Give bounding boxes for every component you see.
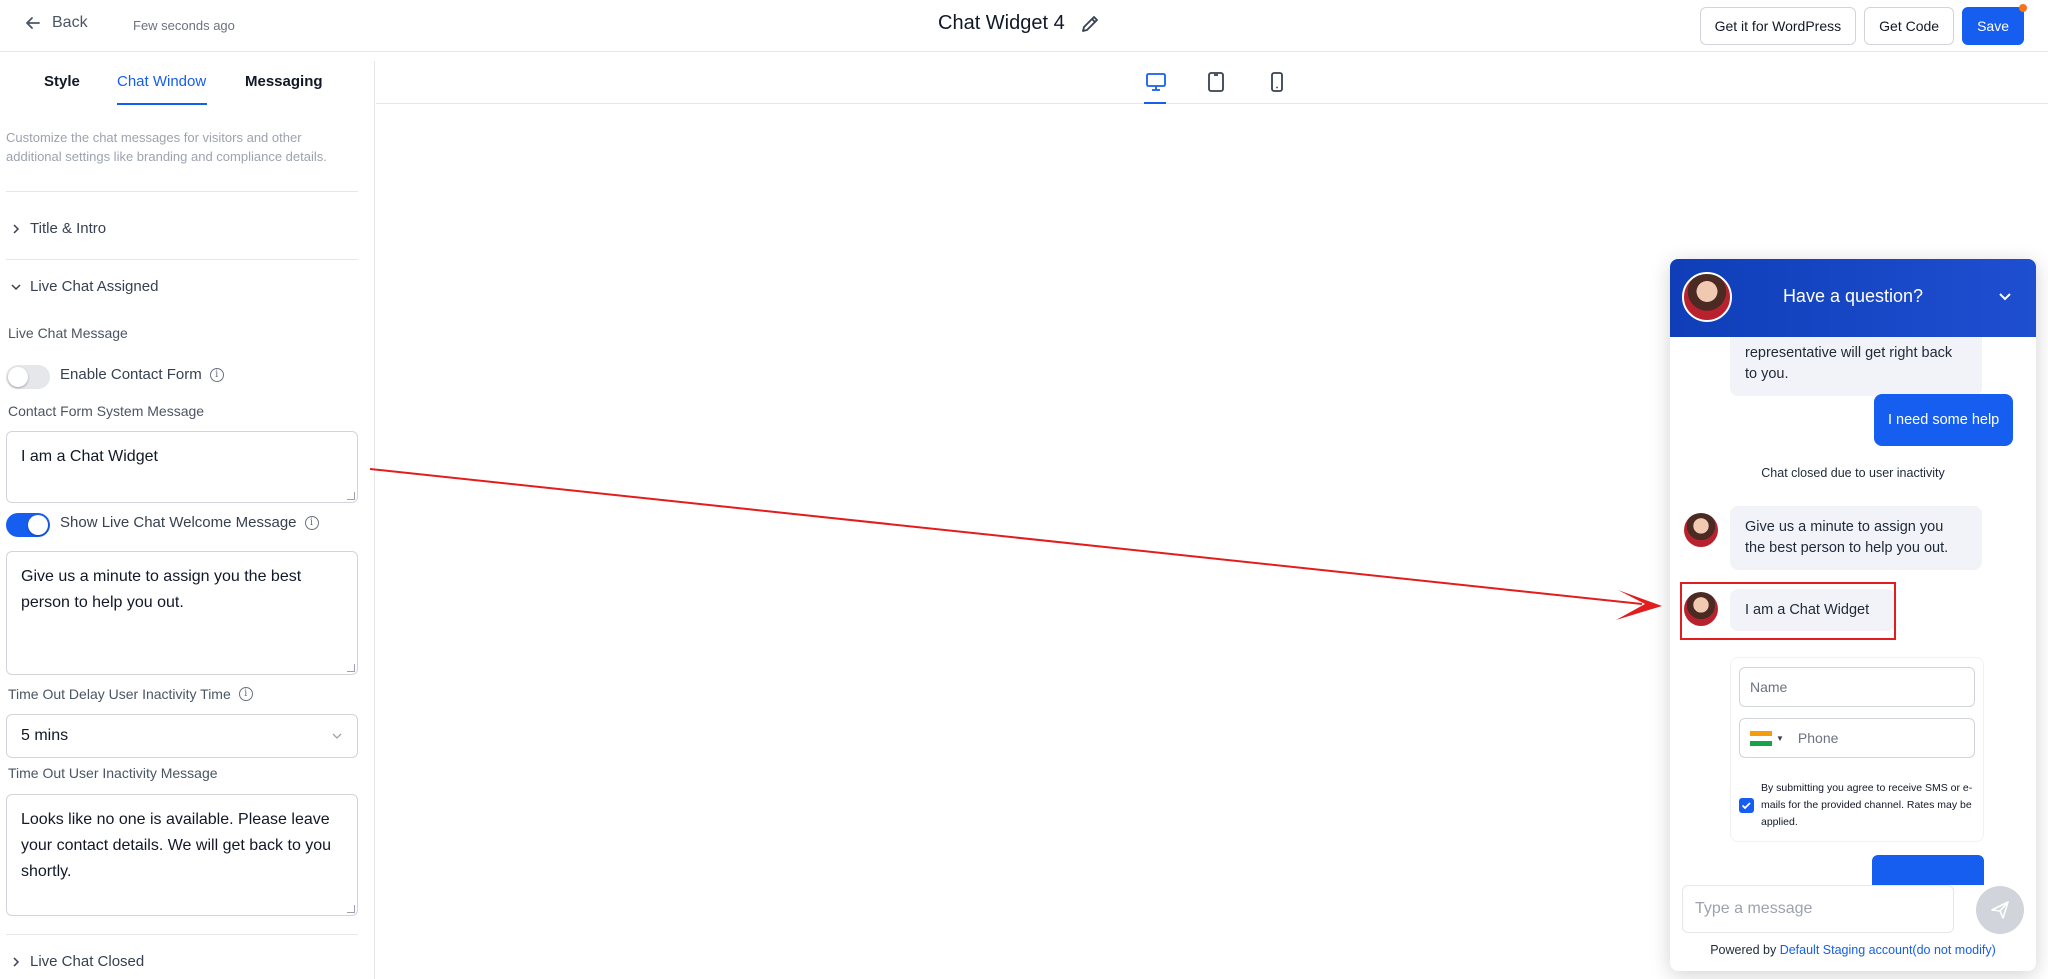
notification-dot <box>2019 4 2027 12</box>
arrow-left-icon <box>26 17 40 29</box>
desktop-icon[interactable] <box>1144 70 1168 94</box>
consent-text: By submitting you agree to receive SMS o… <box>1761 782 1973 828</box>
resize-handle[interactable] <box>347 905 355 913</box>
chevron-right-icon <box>13 956 20 967</box>
section-live-chat-closed[interactable]: Live Chat Closed <box>10 953 144 970</box>
tab-style[interactable]: Style <box>44 73 80 90</box>
panel-description: Customize the chat messages for visitors… <box>6 130 327 164</box>
welcome-message-input[interactable]: Give us a minute to assign you the best … <box>6 551 358 675</box>
welcome-message-bubble: Give us a minute to assign you the best … <box>1730 506 1982 570</box>
message-input[interactable]: Type a message <box>1682 885 1954 933</box>
top-actions: Get it for WordPress Get Code Save <box>1699 4 2027 45</box>
phone-field[interactable]: ▼ Phone <box>1739 718 1975 758</box>
pencil-icon[interactable] <box>1079 13 1101 35</box>
timeout-delay-value: 5 mins <box>21 727 69 744</box>
timeout-message-input[interactable]: Looks like no one is available. Please l… <box>6 794 358 916</box>
section-title-intro[interactable]: Title & Intro <box>10 220 106 237</box>
form-send-button[interactable] <box>1872 855 1984 885</box>
composer-placeholder: Type a message <box>1695 900 1813 917</box>
check-icon <box>1741 802 1751 810</box>
user-message: I need some help <box>1874 394 2014 446</box>
show-welcome-row: Show Live Chat Welcome Message i <box>60 514 319 531</box>
timeout-delay-row: Time Out Delay User Inactivity Time i <box>8 686 253 702</box>
chevron-down-icon <box>11 283 21 290</box>
chevron-down-icon[interactable] <box>1996 287 2014 305</box>
tab-chat-window[interactable]: Chat Window <box>117 73 206 90</box>
show-welcome-label: Show Live Chat Welcome Message <box>60 514 297 531</box>
partial-agent-message: representative will get right back to yo… <box>1730 329 1982 396</box>
live-chat-message-label: Live Chat Message <box>8 325 128 341</box>
system-notice: Chat closed due to user inactivity <box>1761 466 1945 480</box>
section-live-chat-closed-label: Live Chat Closed <box>30 953 145 970</box>
get-wordpress-button[interactable]: Get it for WordPress <box>1699 7 1857 45</box>
page-title: Chat Widget 4 <box>938 12 1065 34</box>
resize-handle[interactable] <box>347 492 355 500</box>
annotation-highlight-box <box>1680 582 1896 640</box>
section-live-chat-assigned[interactable]: Live Chat Assigned <box>10 278 158 295</box>
resize-handle[interactable] <box>347 664 355 672</box>
divider <box>6 259 358 260</box>
tab-messaging[interactable]: Messaging <box>245 73 323 90</box>
get-code-button[interactable]: Get Code <box>1864 7 1955 45</box>
toggle-knob <box>8 367 28 387</box>
divider <box>6 191 358 192</box>
phone-placeholder: Phone <box>1797 730 1839 746</box>
timeout-message-label: Time Out User Inactivity Message <box>8 765 218 781</box>
caret-down-icon: ▼ <box>1776 733 1784 743</box>
widget-title: Have a question? <box>1782 286 1924 306</box>
info-icon[interactable]: i <box>209 367 224 382</box>
timeout-delay-label: Time Out Delay User Inactivity Time <box>8 686 231 702</box>
timeout-message-value: Looks like no one is available. Please l… <box>21 811 332 880</box>
powered-by: Powered by Default Staging account(do no… <box>1670 943 2036 957</box>
title-group: Chat Widget 4 <box>938 12 1101 35</box>
active-device-indicator <box>1144 102 1166 104</box>
contact-form-system-message-input[interactable]: I am a Chat Widget <box>6 431 358 503</box>
mobile-icon[interactable] <box>1265 70 1289 94</box>
divider <box>6 934 358 935</box>
section-title-intro-label: Title & Intro <box>30 220 107 237</box>
agent-avatar <box>1684 513 1718 547</box>
info-icon[interactable]: i <box>304 515 319 530</box>
enable-contact-form-row: Enable Contact Form i <box>60 366 224 383</box>
saved-status: Few seconds ago <box>133 18 235 33</box>
name-placeholder: Name <box>1750 679 1788 695</box>
name-field[interactable]: Name <box>1739 667 1975 707</box>
powered-by-link[interactable]: Default Staging account(do not modify) <box>1780 943 1996 957</box>
chevron-right-icon <box>13 223 20 234</box>
toggle-knob <box>28 515 48 535</box>
powered-by-label: Powered by <box>1710 943 1777 957</box>
top-bar: Back Few seconds ago Chat Widget 4 Get i… <box>0 0 2048 52</box>
tablet-icon[interactable] <box>1204 70 1228 94</box>
chevron-down-icon <box>332 733 342 739</box>
timeout-delay-select[interactable]: 5 mins <box>6 714 358 758</box>
welcome-message-value: Give us a minute to assign you the best … <box>21 568 302 611</box>
send-button[interactable] <box>1976 886 2024 934</box>
enable-contact-form-label: Enable Contact Form <box>60 366 202 383</box>
section-live-chat-assigned-label: Live Chat Assigned <box>30 278 159 295</box>
active-tab-indicator <box>117 103 207 105</box>
settings-panel: Style Chat Window Messaging Customize th… <box>0 61 375 979</box>
contact-form-system-message-value: I am a Chat Widget <box>21 448 158 465</box>
back-button[interactable]: Back <box>24 14 88 32</box>
contact-form-card: Name ▼ Phone By submitting you agree to … <box>1730 657 1984 842</box>
enable-contact-form-toggle[interactable] <box>6 365 50 389</box>
consent-checkbox[interactable] <box>1739 798 1754 813</box>
back-label: Back <box>52 14 88 31</box>
widget-header: Have a question? <box>1670 259 2036 337</box>
tab-bar: Style Chat Window Messaging <box>0 61 374 105</box>
info-icon[interactable]: i <box>238 687 253 701</box>
send-icon <box>1991 901 2009 919</box>
device-preview-bar <box>376 52 2048 104</box>
save-label: Save <box>1977 18 2009 34</box>
save-button[interactable]: Save <box>1962 4 2027 45</box>
india-flag-icon[interactable] <box>1750 730 1772 746</box>
contact-form-system-message-label: Contact Form System Message <box>8 403 205 419</box>
show-welcome-toggle[interactable] <box>6 513 50 537</box>
